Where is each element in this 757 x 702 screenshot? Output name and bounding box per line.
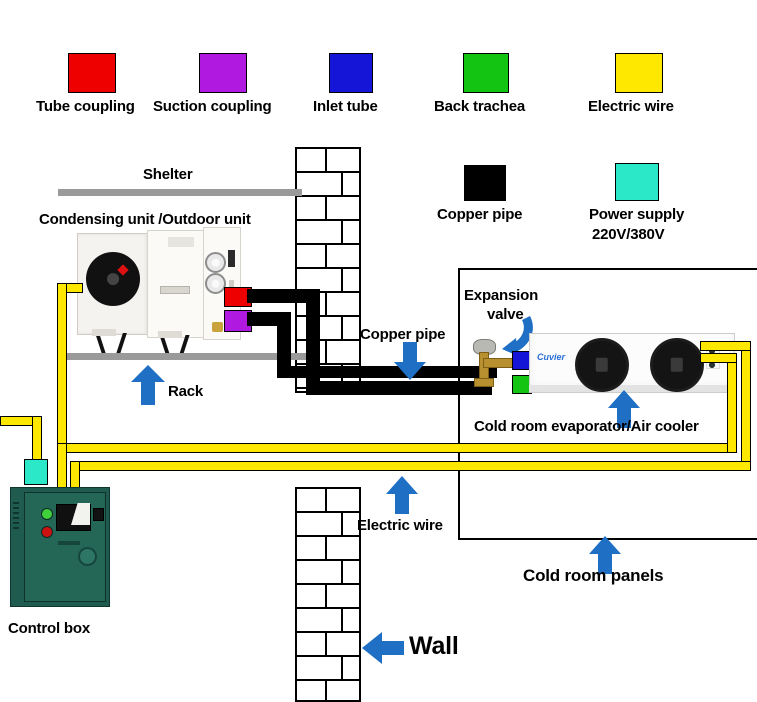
control-box-knob (78, 547, 97, 566)
electric-wire-label: Electric wire (357, 517, 443, 534)
condensing-unit-foot-left (92, 329, 116, 336)
legend-swatch-back-trachea (463, 53, 509, 93)
shelter-bar (58, 189, 302, 196)
condensing-unit-badge (168, 237, 194, 247)
electric-wire-mid-horizontal (57, 443, 737, 453)
electric-wire-right-vertical-inner (727, 353, 737, 453)
electric-wire-outer-bottom (70, 461, 751, 471)
wall-arrow-icon (362, 632, 404, 664)
legend-swatch-suction-coupling (199, 53, 247, 93)
copper-pipe-lower-horizontal (306, 381, 492, 395)
condenser-fan-icon (86, 252, 140, 306)
condensing-unit-vent-slot (228, 250, 235, 267)
legend-label-copper-pipe: Copper pipe (437, 206, 523, 223)
copper-pipe-purple-vertical (277, 312, 291, 368)
electric-wire-cond-vertical (57, 283, 67, 453)
electric-wire-power-vertical (32, 416, 42, 464)
pressure-gauge-low-icon (205, 273, 226, 294)
copper-pipe-label: Copper pipe (360, 326, 446, 343)
copper-pipe-upper-horizontal (277, 366, 497, 378)
power-supply-connector (24, 459, 48, 485)
expansion-valve-arm (483, 358, 513, 368)
legend-label-electric-wire: Electric wire (588, 98, 674, 115)
rack-bar (58, 353, 308, 360)
legend-label-suction-coupling: Suction coupling (153, 98, 272, 115)
electric-wire-outer-top (700, 341, 751, 351)
legend-label-power-supply-voltage: 220V/380V (592, 226, 665, 243)
condensing-unit-label: Condensing unit /Outdoor unit (39, 211, 251, 228)
control-box-vents (13, 502, 19, 530)
shelter-label: Shelter (143, 166, 193, 183)
legend-label-tube-coupling: Tube coupling (36, 98, 135, 115)
control-box-nameplate (58, 541, 80, 545)
legend-swatch-electric-wire (615, 53, 663, 93)
legend-swatch-power-supply (615, 163, 659, 201)
expansion-valve-foot (474, 378, 494, 387)
wall-label: Wall (409, 632, 459, 660)
evaporator-label: Cold room evaporator/Air cooler (474, 418, 699, 435)
condensing-unit-foot-right (158, 331, 182, 338)
evaporator-brand-label: Cuvier (537, 352, 566, 362)
diagram-canvas: Tube coupling Suction coupling Inlet tub… (0, 0, 757, 702)
wall-lower (295, 487, 361, 702)
evaporator-fan-left-icon (575, 338, 629, 392)
rack-arrow-icon (131, 365, 165, 405)
rack-label: Rack (168, 383, 204, 400)
control-box-led-green (41, 508, 53, 520)
electric-wire-evap-inner-horizontal (700, 353, 737, 363)
legend-swatch-inlet-tube (329, 53, 373, 93)
legend-label-back-trachea: Back trachea (434, 98, 525, 115)
control-box-led-red (41, 526, 53, 538)
condensing-unit-valve-fitting (212, 322, 223, 332)
legend-swatch-tube-coupling (68, 53, 116, 93)
copper-pipe-arrow-icon (394, 342, 426, 380)
electric-wire-cbox-riser-1 (57, 443, 67, 491)
condensing-unit-handle (160, 286, 190, 294)
legend-label-power-supply: Power supply (589, 206, 685, 223)
expansion-valve-curved-arrow-icon (502, 316, 533, 356)
pressure-gauge-high-icon (205, 252, 226, 273)
legend-swatch-copper-pipe (464, 165, 506, 201)
expansion-valve-label-line1: Expansion (464, 287, 539, 304)
legend-label-inlet-tube: Inlet tube (313, 98, 378, 115)
control-box-switch (93, 508, 104, 521)
control-box-label: Control box (8, 620, 90, 637)
electric-wire-arrow-icon (386, 476, 418, 514)
evaporator-fan-right-icon (650, 338, 704, 392)
electric-wire-outer-vertical-right (741, 341, 751, 471)
cold-room-panels-label: Cold room panels (523, 566, 664, 585)
